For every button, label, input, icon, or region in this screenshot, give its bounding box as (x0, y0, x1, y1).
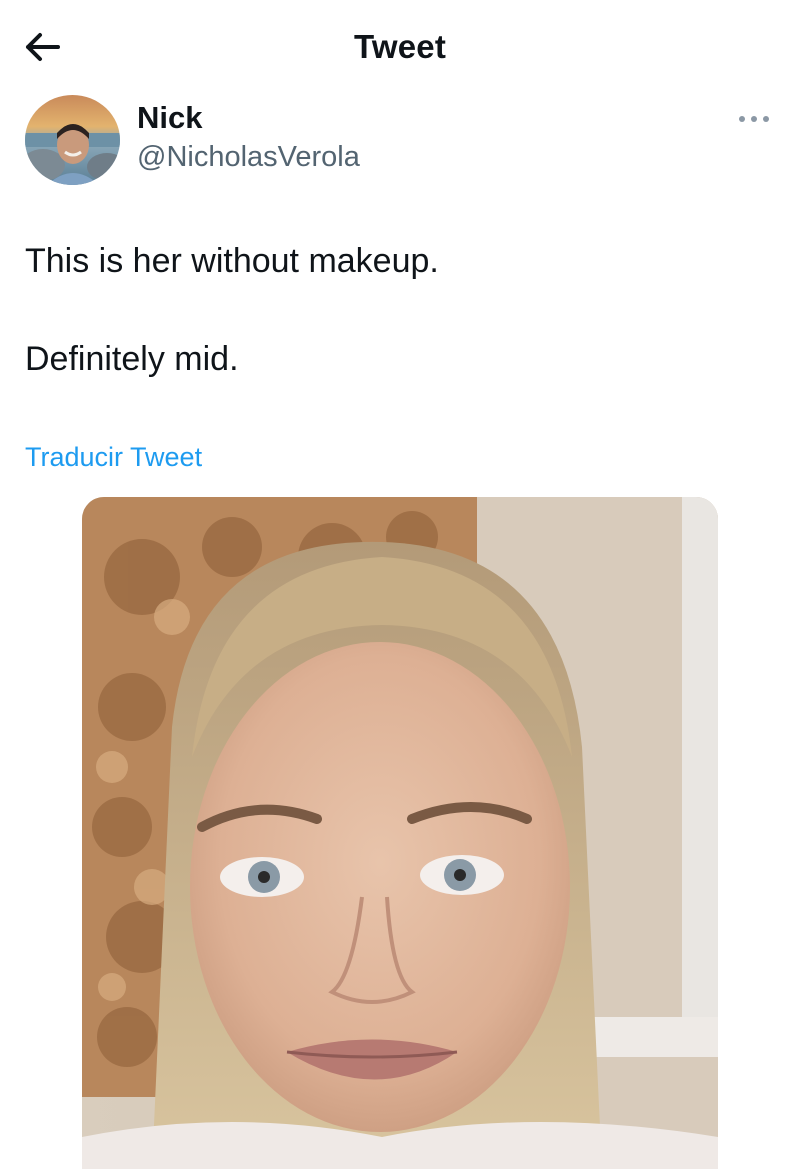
page-title: Tweet (353, 28, 447, 65)
tweet-text-line: Definitely mid. (25, 340, 239, 378)
more-options-button[interactable] (730, 106, 780, 132)
top-bar: Tweet (0, 0, 800, 96)
more-horizontal-icon (739, 116, 769, 122)
avatar[interactable] (25, 95, 120, 185)
translate-tweet-link[interactable]: Traducir Tweet (25, 440, 202, 474)
author-handle[interactable]: @NicholasVerola (137, 139, 360, 175)
author-display-name[interactable]: Nick (137, 99, 202, 137)
tweet-photo[interactable] (82, 497, 718, 1169)
tweet-text-line: This is her without makeup. (25, 242, 439, 280)
